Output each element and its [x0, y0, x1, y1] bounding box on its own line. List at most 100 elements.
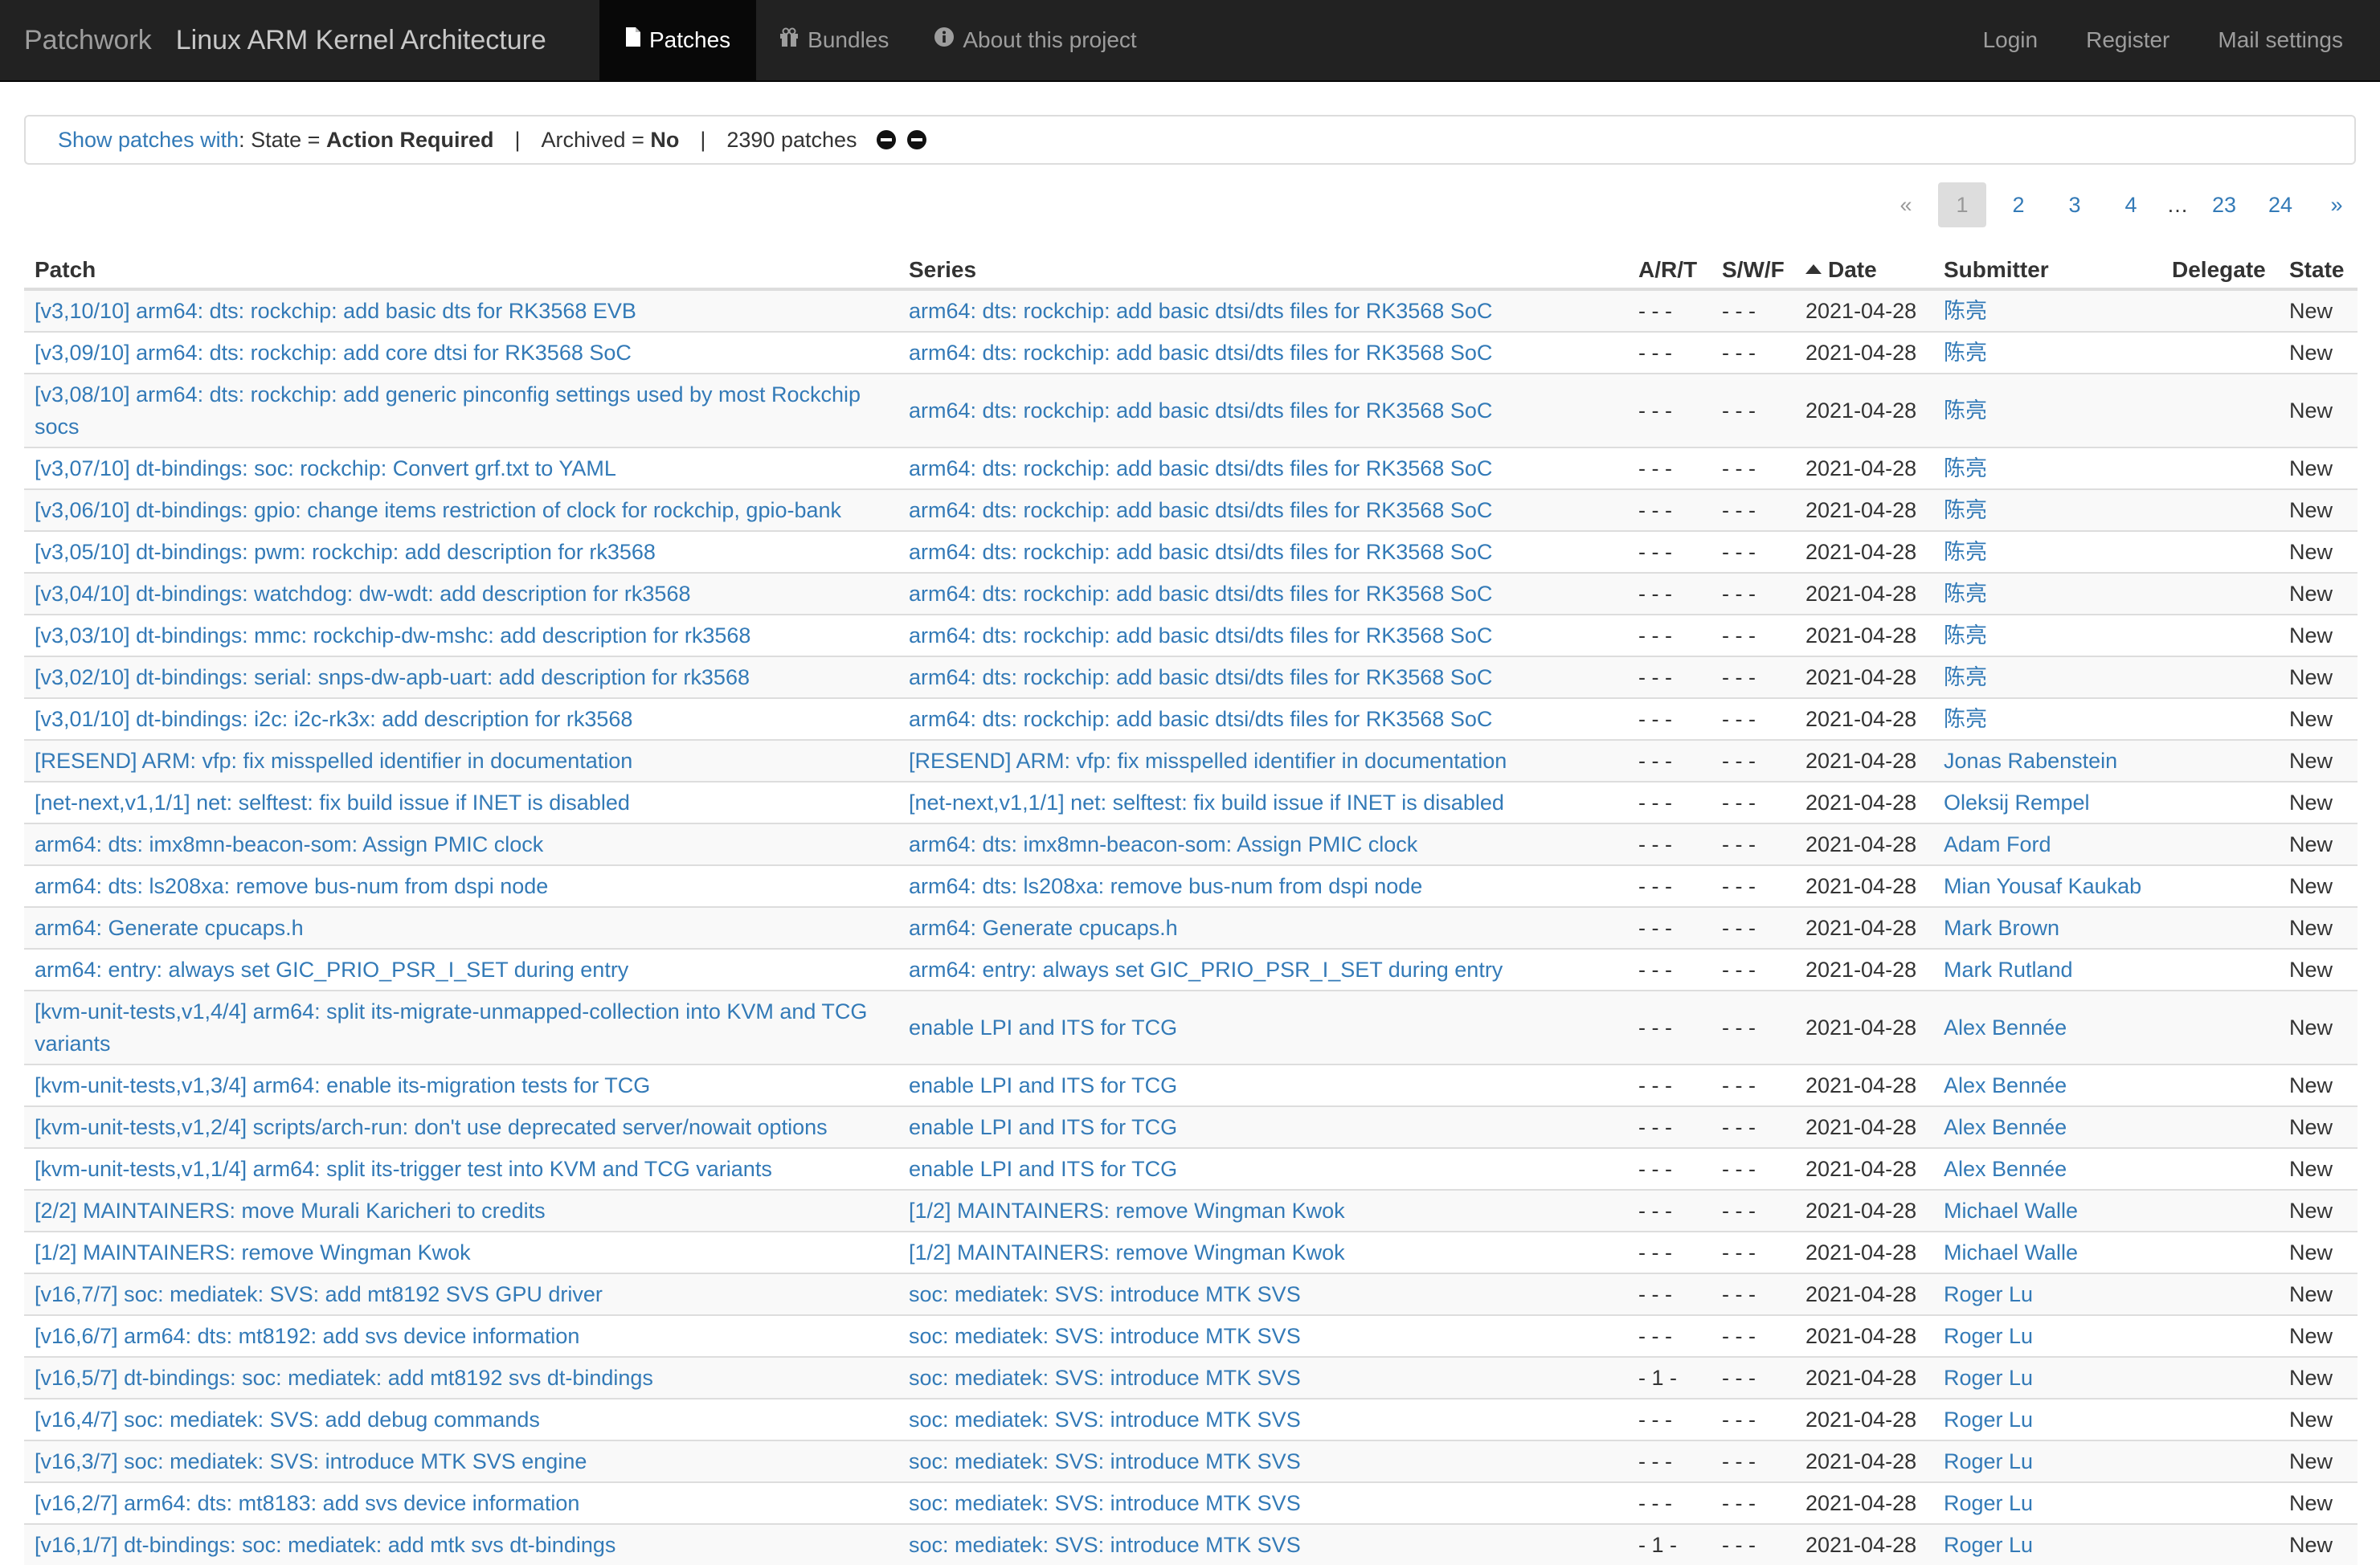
submitter-link[interactable]: Roger Lu	[1944, 1282, 2033, 1306]
submitter-link[interactable]: Roger Lu	[1944, 1449, 2033, 1473]
submitter-link[interactable]: Alex Bennée	[1944, 1115, 2067, 1139]
project-name[interactable]: Linux ARM Kernel Architecture	[176, 25, 546, 55]
patch-link[interactable]: [v3,10/10] arm64: dts: rockchip: add bas…	[35, 299, 636, 323]
patch-link[interactable]: [v3,01/10] dt-bindings: i2c: i2c-rk3x: a…	[35, 707, 632, 731]
series-link[interactable]: enable LPI and ITS for TCG	[909, 1157, 1177, 1181]
remove-filter-icon[interactable]	[906, 130, 926, 149]
submitter-link[interactable]: Roger Lu	[1944, 1408, 2033, 1432]
column-header-series[interactable]: Series	[898, 239, 1628, 291]
series-link[interactable]: arm64: dts: rockchip: add basic dtsi/dts…	[909, 540, 1492, 564]
series-link[interactable]: arm64: dts: rockchip: add basic dtsi/dts…	[909, 623, 1492, 648]
submitter-link[interactable]: Roger Lu	[1944, 1366, 2033, 1390]
series-link[interactable]: enable LPI and ITS for TCG	[909, 1015, 1177, 1040]
patch-link[interactable]: [RESEND] ARM: vfp: fix misspelled identi…	[35, 749, 632, 773]
series-link[interactable]: arm64: dts: rockchip: add basic dtsi/dts…	[909, 341, 1492, 365]
column-header-date[interactable]: Date	[1795, 239, 1933, 291]
patch-link[interactable]: [2/2] MAINTAINERS: move Murali Karicheri…	[35, 1199, 546, 1223]
patch-link[interactable]: [kvm-unit-tests,v1,3/4] arm64: enable it…	[35, 1073, 650, 1097]
series-link[interactable]: arm64: dts: rockchip: add basic dtsi/dts…	[909, 456, 1492, 480]
patch-link[interactable]: [v16,3/7] soc: mediatek: SVS: introduce …	[35, 1449, 587, 1473]
page-link-23[interactable]: 23	[2200, 182, 2248, 227]
submitter-link[interactable]: Michael Walle	[1944, 1199, 2078, 1223]
series-link[interactable]: arm64: Generate cpucaps.h	[909, 916, 1178, 940]
submitter-link[interactable]: 陈亮	[1944, 498, 1987, 522]
column-header-swf[interactable]: S/W/F	[1711, 239, 1795, 291]
submitter-link[interactable]: Mian Yousaf Kaukab	[1944, 874, 2141, 898]
patch-link[interactable]: [v3,08/10] arm64: dts: rockchip: add gen…	[35, 382, 861, 439]
series-link[interactable]: soc: mediatek: SVS: introduce MTK SVS	[909, 1324, 1301, 1348]
submitter-link[interactable]: Mark Rutland	[1944, 958, 2073, 982]
pagination-next[interactable]: »	[2313, 182, 2361, 227]
series-link[interactable]: soc: mediatek: SVS: introduce MTK SVS	[909, 1366, 1301, 1390]
submitter-link[interactable]: Adam Ford	[1944, 832, 2051, 856]
submitter-link[interactable]: Michael Walle	[1944, 1240, 2078, 1265]
column-header-state[interactable]: State	[2279, 239, 2358, 291]
series-link[interactable]: arm64: dts: rockchip: add basic dtsi/dts…	[909, 299, 1492, 323]
submitter-link[interactable]: Roger Lu	[1944, 1491, 2033, 1515]
series-link[interactable]: arm64: dts: rockchip: add basic dtsi/dts…	[909, 707, 1492, 731]
submitter-link[interactable]: 陈亮	[1944, 623, 1987, 648]
patch-link[interactable]: [v16,1/7] dt-bindings: soc: mediatek: ad…	[35, 1533, 615, 1557]
patch-link[interactable]: [v3,03/10] dt-bindings: mmc: rockchip-dw…	[35, 623, 750, 648]
login-link[interactable]: Login	[1959, 0, 2063, 80]
series-link[interactable]: [RESEND] ARM: vfp: fix misspelled identi…	[909, 749, 1507, 773]
column-header-submitter[interactable]: Submitter	[1933, 239, 2161, 291]
submitter-link[interactable]: Alex Bennée	[1944, 1157, 2067, 1181]
patch-link[interactable]: [v3,06/10] dt-bindings: gpio: change ite…	[35, 498, 841, 522]
pagination-prev[interactable]: «	[1882, 182, 1930, 227]
series-link[interactable]: soc: mediatek: SVS: introduce MTK SVS	[909, 1282, 1301, 1306]
series-link[interactable]: arm64: dts: ls208xa: remove bus-num from…	[909, 874, 1422, 898]
patch-link[interactable]: [v16,7/7] soc: mediatek: SVS: add mt8192…	[35, 1282, 603, 1306]
patch-link[interactable]: [v16,6/7] arm64: dts: mt8192: add svs de…	[35, 1324, 579, 1348]
submitter-link[interactable]: Oleksij Rempel	[1944, 791, 2090, 815]
submitter-link[interactable]: Mark Brown	[1944, 916, 2059, 940]
page-link-24[interactable]: 24	[2256, 182, 2304, 227]
patch-link[interactable]: [v3,04/10] dt-bindings: watchdog: dw-wdt…	[35, 582, 690, 606]
submitter-link[interactable]: 陈亮	[1944, 540, 1987, 564]
series-link[interactable]: arm64: dts: rockchip: add basic dtsi/dts…	[909, 398, 1492, 423]
series-link[interactable]: arm64: dts: imx8mn-beacon-som: Assign PM…	[909, 832, 1417, 856]
series-link[interactable]: arm64: entry: always set GIC_PRIO_PSR_I_…	[909, 958, 1503, 982]
patch-link[interactable]: [kvm-unit-tests,v1,1/4] arm64: split its…	[35, 1157, 772, 1181]
page-link-1[interactable]: 1	[1938, 182, 1986, 227]
show-patches-with-link[interactable]: Show patches with	[58, 128, 239, 153]
series-link[interactable]: [net-next,v1,1/1] net: selftest: fix bui…	[909, 791, 1504, 815]
patch-link[interactable]: [v16,4/7] soc: mediatek: SVS: add debug …	[35, 1408, 540, 1432]
patch-link[interactable]: [v3,09/10] arm64: dts: rockchip: add cor…	[35, 341, 632, 365]
column-header-delegate[interactable]: Delegate	[2161, 239, 2279, 291]
submitter-link[interactable]: 陈亮	[1944, 299, 1987, 323]
submitter-link[interactable]: Alex Bennée	[1944, 1015, 2067, 1040]
patch-link[interactable]: [v16,2/7] arm64: dts: mt8183: add svs de…	[35, 1491, 579, 1515]
series-link[interactable]: soc: mediatek: SVS: introduce MTK SVS	[909, 1408, 1301, 1432]
mail-settings-link[interactable]: Mail settings	[2194, 0, 2367, 80]
patch-link[interactable]: [v3,02/10] dt-bindings: serial: snps-dw-…	[35, 665, 750, 689]
brand[interactable]: Patchwork Linux ARM Kernel Architecture	[24, 0, 546, 80]
submitter-link[interactable]: Roger Lu	[1944, 1533, 2033, 1557]
patch-link[interactable]: [kvm-unit-tests,v1,2/4] scripts/arch-run…	[35, 1115, 828, 1139]
submitter-link[interactable]: 陈亮	[1944, 398, 1987, 423]
patch-link[interactable]: arm64: dts: ls208xa: remove bus-num from…	[35, 874, 548, 898]
patch-link[interactable]: arm64: Generate cpucaps.h	[35, 916, 304, 940]
page-link-2[interactable]: 2	[1994, 182, 2043, 227]
series-link[interactable]: [1/2] MAINTAINERS: remove Wingman Kwok	[909, 1199, 1345, 1223]
patch-link[interactable]: [1/2] MAINTAINERS: remove Wingman Kwok	[35, 1240, 471, 1265]
submitter-link[interactable]: 陈亮	[1944, 707, 1987, 731]
patch-link[interactable]: arm64: entry: always set GIC_PRIO_PSR_I_…	[35, 958, 628, 982]
patch-link[interactable]: [v3,05/10] dt-bindings: pwm: rockchip: a…	[35, 540, 656, 564]
site-name[interactable]: Patchwork	[24, 25, 152, 55]
series-link[interactable]: enable LPI and ITS for TCG	[909, 1115, 1177, 1139]
tab-patches[interactable]: Patches	[599, 0, 757, 80]
submitter-link[interactable]: 陈亮	[1944, 582, 1987, 606]
submitter-link[interactable]: Jonas Rabenstein	[1944, 749, 2117, 773]
patch-link[interactable]: [kvm-unit-tests,v1,4/4] arm64: split its…	[35, 999, 867, 1056]
column-header-patch[interactable]: Patch	[24, 239, 898, 291]
tab-bundles[interactable]: Bundles	[756, 0, 911, 80]
series-link[interactable]: [1/2] MAINTAINERS: remove Wingman Kwok	[909, 1240, 1345, 1265]
series-link[interactable]: enable LPI and ITS for TCG	[909, 1073, 1177, 1097]
remove-filter-icon[interactable]	[876, 130, 896, 149]
series-link[interactable]: soc: mediatek: SVS: introduce MTK SVS	[909, 1491, 1301, 1515]
submitter-link[interactable]: 陈亮	[1944, 456, 1987, 480]
submitter-link[interactable]: Roger Lu	[1944, 1324, 2033, 1348]
series-link[interactable]: soc: mediatek: SVS: introduce MTK SVS	[909, 1533, 1301, 1557]
register-link[interactable]: Register	[2062, 0, 2194, 80]
